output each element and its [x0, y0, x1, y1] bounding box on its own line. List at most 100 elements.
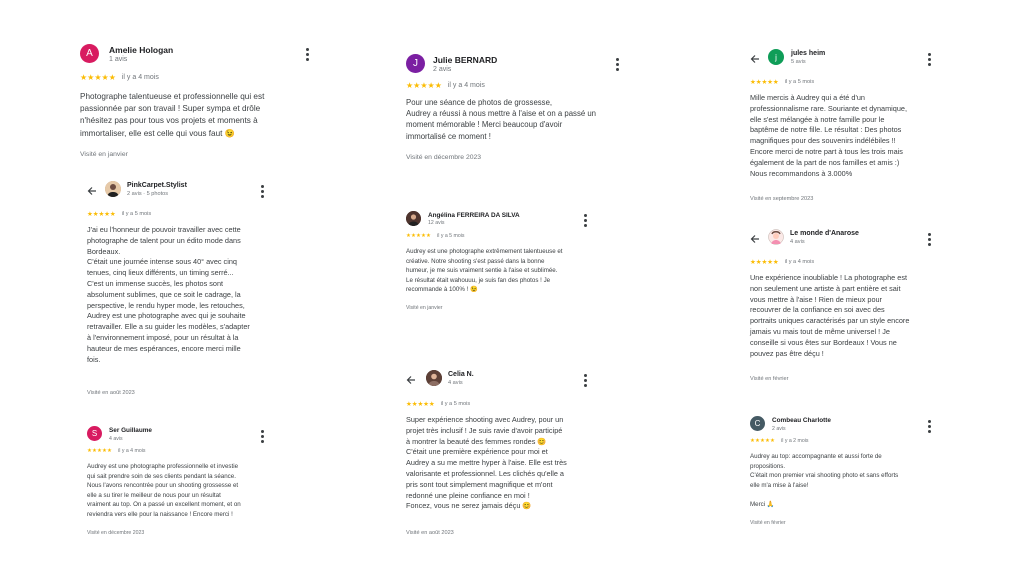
reviewer-name[interactable]: Combeau Charlotte [772, 417, 831, 424]
back-arrow-icon[interactable] [750, 54, 760, 64]
review-date: il y a 5 mois [437, 233, 465, 239]
rating-row: ★★★★★ il y a 5 mois [406, 400, 470, 408]
avatar[interactable]: J [406, 54, 425, 73]
rating-row: ★★★★★ il y a 4 mois [87, 448, 145, 454]
review-header: j jules heim 5 avis [750, 49, 934, 73]
review-header: PinkCarpet.Stylist 2 avis · 5 photos [87, 181, 267, 205]
more-vert-icon[interactable] [924, 53, 934, 66]
review-card-angelina: Angélina FERREIRA DA SILVA 12 avis ★★★★★… [406, 211, 590, 313]
review-date: il y a 4 mois [447, 82, 485, 89]
more-vert-icon[interactable] [257, 185, 267, 198]
visit-date: Visité en janvier [406, 305, 443, 311]
rating-row: ★★★★★ il y a 5 mois [750, 78, 814, 86]
avatar[interactable] [768, 229, 784, 245]
star-rating: ★★★★★ [87, 448, 113, 454]
star-rating: ★★★★★ [406, 81, 442, 90]
visit-date: Visité en février [750, 376, 789, 382]
back-arrow-icon[interactable] [406, 375, 416, 385]
review-text: Audrey est une photographe extrêmement t… [406, 248, 563, 293]
avatar[interactable]: A [80, 44, 99, 63]
rating-row: ★★★★★ il y a 4 mois [406, 81, 485, 90]
review-card-celia: Celia N. 4 avis ★★★★★ il y a 5 mois Supe… [406, 370, 590, 540]
more-vert-icon[interactable] [302, 48, 312, 61]
review-count: 4 avis [790, 239, 805, 245]
review-count: 4 avis [448, 380, 463, 386]
visit-date: Visité en février [750, 520, 786, 526]
avatar[interactable]: j [768, 49, 784, 65]
star-rating: ★★★★★ [80, 73, 116, 82]
avatar[interactable]: C [750, 416, 765, 431]
rating-row: ★★★★★ il y a 4 mois [750, 258, 814, 266]
more-vert-icon[interactable] [612, 58, 622, 71]
review-date: il y a 2 mois [781, 438, 809, 444]
back-arrow-icon[interactable] [750, 234, 760, 244]
review-count: 4 avis [109, 436, 123, 442]
review-date: il y a 5 mois [121, 211, 152, 217]
star-rating: ★★★★★ [87, 211, 116, 218]
review-text: Mille mercis à Audrey qui a été d'un pro… [750, 93, 907, 178]
review-date: il y a 4 mois [118, 448, 146, 454]
visit-date: Visité en janvier [80, 151, 128, 158]
review-count: 2 avis [433, 66, 452, 73]
rating-row: ★★★★★ il y a 5 mois [406, 233, 464, 239]
back-arrow-icon[interactable] [87, 186, 97, 196]
star-rating: ★★★★★ [750, 259, 779, 266]
review-card-combeau: C Combeau Charlotte 2 avis ★★★★★ il y a … [750, 416, 934, 531]
avatar[interactable] [406, 211, 421, 226]
reviewer-name[interactable]: PinkCarpet.Stylist [127, 182, 187, 189]
star-rating: ★★★★★ [406, 233, 432, 239]
star-rating: ★★★★★ [750, 79, 779, 86]
review-text: Super expérience shooting avec Audrey, p… [406, 415, 567, 511]
more-vert-icon[interactable] [580, 374, 590, 387]
reviewer-name[interactable]: Celia N. [448, 371, 474, 378]
review-header: Celia N. 4 avis [406, 370, 590, 394]
avatar[interactable] [105, 181, 121, 197]
review-header: C Combeau Charlotte 2 avis [750, 416, 934, 440]
review-card-julie: J Julie BERNARD 2 avis ★★★★★ il y a 4 mo… [406, 54, 622, 166]
more-vert-icon[interactable] [257, 430, 267, 443]
avatar[interactable] [426, 370, 442, 386]
review-card-anarose: Le monde d'Anarose 4 avis ★★★★★ il y a 4… [750, 229, 934, 387]
avatar[interactable]: S [87, 426, 102, 441]
review-text: Une expérience inoubliable ! La photogra… [750, 273, 910, 358]
review-text: Photographe talentueuse et professionnel… [80, 92, 265, 138]
review-header: Angélina FERREIRA DA SILVA 12 avis [406, 211, 590, 235]
review-text: Pour une séance de photos de grossesse, … [406, 98, 597, 141]
review-card-amelie: A Amelie Hologan 1 avis ★★★★★ il y a 4 m… [80, 44, 312, 164]
review-count: 2 avis · 5 photos [127, 191, 169, 197]
visit-date: Visité en août 2023 [87, 390, 135, 396]
visit-date: Visité en août 2023 [406, 530, 454, 536]
rating-row: ★★★★★ il y a 4 mois [80, 73, 159, 82]
reviewer-name[interactable]: Le monde d'Anarose [790, 230, 859, 237]
visit-date: Visité en septembre 2023 [750, 196, 814, 202]
review-card-ser: S Ser Guillaume 4 avis ★★★★★ il y a 4 mo… [87, 426, 267, 541]
review-header: S Ser Guillaume 4 avis [87, 426, 267, 450]
more-vert-icon[interactable] [924, 233, 934, 246]
more-vert-icon[interactable] [924, 420, 934, 433]
review-count: 5 avis [791, 59, 806, 65]
review-count: 12 avis [428, 220, 445, 226]
reviewer-name[interactable]: Angélina FERREIRA DA SILVA [428, 212, 520, 219]
review-card-pinkcarpet: PinkCarpet.Stylist 2 avis · 5 photos ★★★… [87, 181, 267, 401]
more-vert-icon[interactable] [580, 214, 590, 227]
review-card-jules: j jules heim 5 avis ★★★★★ il y a 5 mois … [750, 49, 934, 209]
star-rating: ★★★★★ [406, 401, 435, 408]
review-date: il y a 5 mois [784, 79, 815, 85]
review-date: il y a 4 mois [784, 259, 815, 265]
reviewer-name[interactable]: Ser Guillaume [109, 427, 152, 434]
review-date: il y a 5 mois [440, 401, 471, 407]
review-header: Le monde d'Anarose 4 avis [750, 229, 934, 253]
star-rating: ★★★★★ [750, 438, 776, 444]
review-text: Audrey au top: accompagnante et aussi fo… [750, 453, 899, 508]
reviewer-name[interactable]: Julie BERNARD [433, 55, 497, 65]
review-header: J Julie BERNARD 2 avis [406, 54, 622, 78]
rating-row: ★★★★★ il y a 5 mois [87, 210, 151, 218]
review-count: 2 avis [772, 426, 786, 432]
review-count: 1 avis [109, 56, 128, 63]
reviewer-name[interactable]: jules heim [791, 50, 825, 57]
review-text: Audrey est une photographe professionnel… [87, 463, 241, 518]
visit-date: Visité en décembre 2023 [406, 154, 482, 161]
review-date: il y a 4 mois [121, 74, 159, 81]
review-text: J'ai eu l'honneur de pouvoir travailler … [87, 225, 250, 364]
reviewer-name[interactable]: Amelie Hologan [109, 45, 173, 55]
